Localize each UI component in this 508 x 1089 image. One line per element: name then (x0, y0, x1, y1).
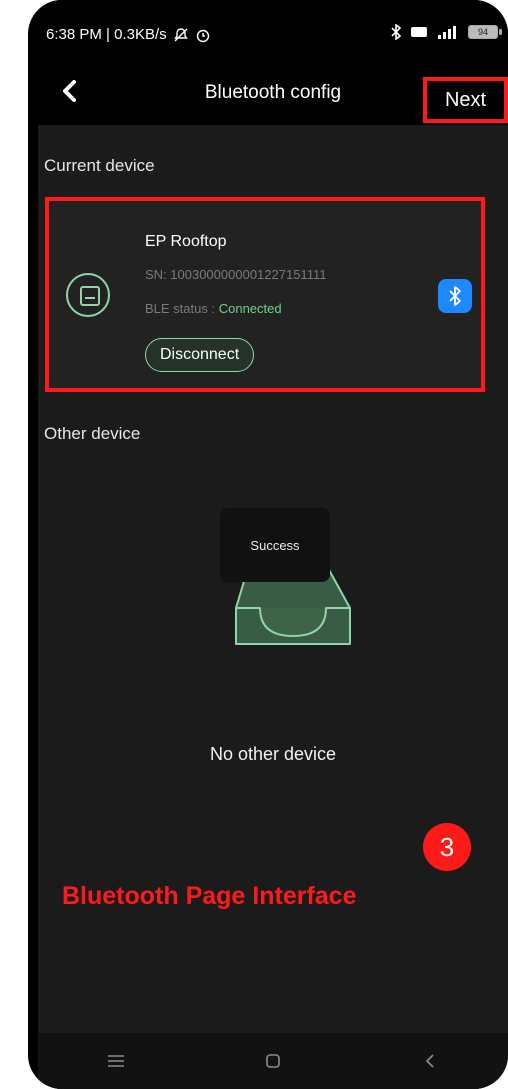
annotation-caption: Bluetooth Page Interface (62, 882, 357, 910)
home-square-icon (266, 1054, 280, 1068)
device-icon (66, 273, 110, 317)
home-nav-button[interactable] (243, 1041, 303, 1081)
bluetooth-icon (449, 286, 461, 306)
app-screen: 6:38 PM | 0.3KB/s 94 Bluetooth config Ne… (38, 0, 508, 1089)
current-device-heading: Current device (44, 156, 155, 175)
bluetooth-status-icon (391, 24, 402, 40)
other-device-heading: Other device (44, 424, 141, 443)
status-bar: 6:38 PM | 0.3KB/s 94 (38, 0, 508, 60)
signal-icon (438, 26, 456, 39)
current-device-card[interactable]: EP Rooftop SN: 1003000000001227151111 BL… (45, 197, 485, 392)
disconnect-button[interactable]: Disconnect (145, 338, 255, 372)
battery-icon: 94 (468, 25, 502, 39)
success-toast: Success (220, 508, 330, 582)
phone-frame: 6:38 PM | 0.3KB/s 94 Bluetooth config Ne… (28, 0, 508, 1089)
empty-state-text: No other device (209, 744, 337, 764)
device-name: EP Rooftop (145, 233, 227, 250)
bluetooth-badge[interactable] (438, 279, 472, 313)
system-nav-bar (38, 1033, 508, 1089)
status-time: 6:38 PM | 0.3KB/s (46, 26, 167, 43)
ble-status: BLE status : Connected (145, 301, 282, 316)
menu-icon (108, 1055, 125, 1067)
back-triangle-icon (425, 1054, 434, 1068)
hd-icon (411, 27, 427, 37)
ble-status-value: Connected (218, 301, 282, 316)
back-nav-button[interactable] (400, 1041, 460, 1081)
device-serial: SN: 1003000000001227151111 (145, 267, 327, 282)
step-number-badge: 3 (423, 823, 471, 871)
alarm-icon (196, 29, 209, 42)
menu-nav-button[interactable] (86, 1041, 146, 1081)
ble-status-label: BLE status : (145, 301, 216, 316)
battery-level: 94 (477, 27, 488, 37)
app-header: Bluetooth config Next (38, 60, 508, 125)
next-button[interactable]: Next (423, 77, 508, 123)
muted-bell-icon (173, 27, 188, 41)
